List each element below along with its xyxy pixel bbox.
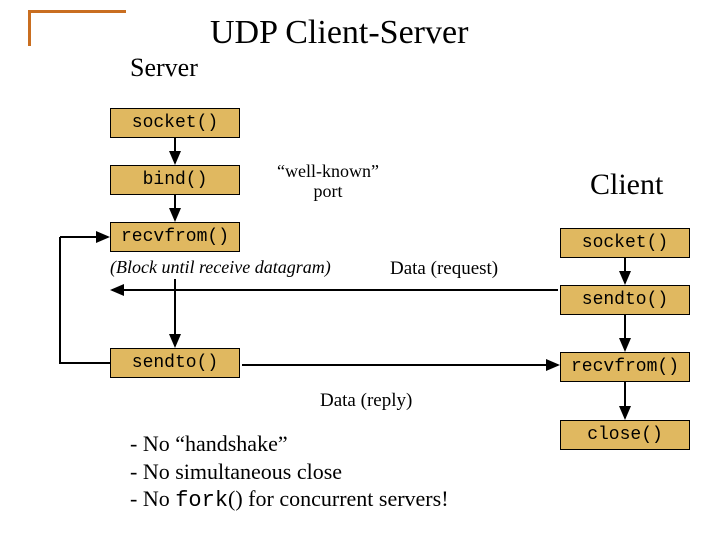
client-recvfrom-box: recvfrom(): [560, 352, 690, 382]
note-3b: fork: [175, 488, 228, 513]
note-1: - No “handshake”: [130, 430, 449, 458]
data-request-label: Data (request): [390, 258, 498, 280]
client-close-box: close(): [560, 420, 690, 450]
note-3c: () for concurrent servers!: [228, 486, 449, 511]
server-bind-box: bind(): [110, 165, 240, 195]
well-known-line1: “well-known”: [277, 161, 379, 181]
accent-line-h: [28, 10, 126, 13]
server-socket-box: socket(): [110, 108, 240, 138]
note-3a: - No: [130, 486, 175, 511]
notes-block: - No “handshake” - No simultaneous close…: [130, 430, 449, 515]
server-heading: Server: [130, 53, 198, 83]
client-socket-box: socket(): [560, 228, 690, 258]
server-recvfrom-box: recvfrom(): [110, 222, 240, 252]
note-3: - No fork() for concurrent servers!: [130, 485, 449, 515]
page-title: UDP Client-Server: [210, 14, 468, 52]
data-reply-label: Data (reply): [320, 390, 412, 412]
client-sendto-box: sendto(): [560, 285, 690, 315]
well-known-line2: port: [314, 181, 343, 201]
server-sendto-box: sendto(): [110, 348, 240, 378]
loop-path: [60, 237, 110, 363]
note-2: - No simultaneous close: [130, 458, 449, 486]
block-until-label: (Block until receive datagram): [110, 257, 331, 278]
well-known-port-label: “well-known” port: [268, 162, 388, 202]
accent-line-v: [28, 10, 31, 46]
client-heading: Client: [590, 168, 663, 202]
